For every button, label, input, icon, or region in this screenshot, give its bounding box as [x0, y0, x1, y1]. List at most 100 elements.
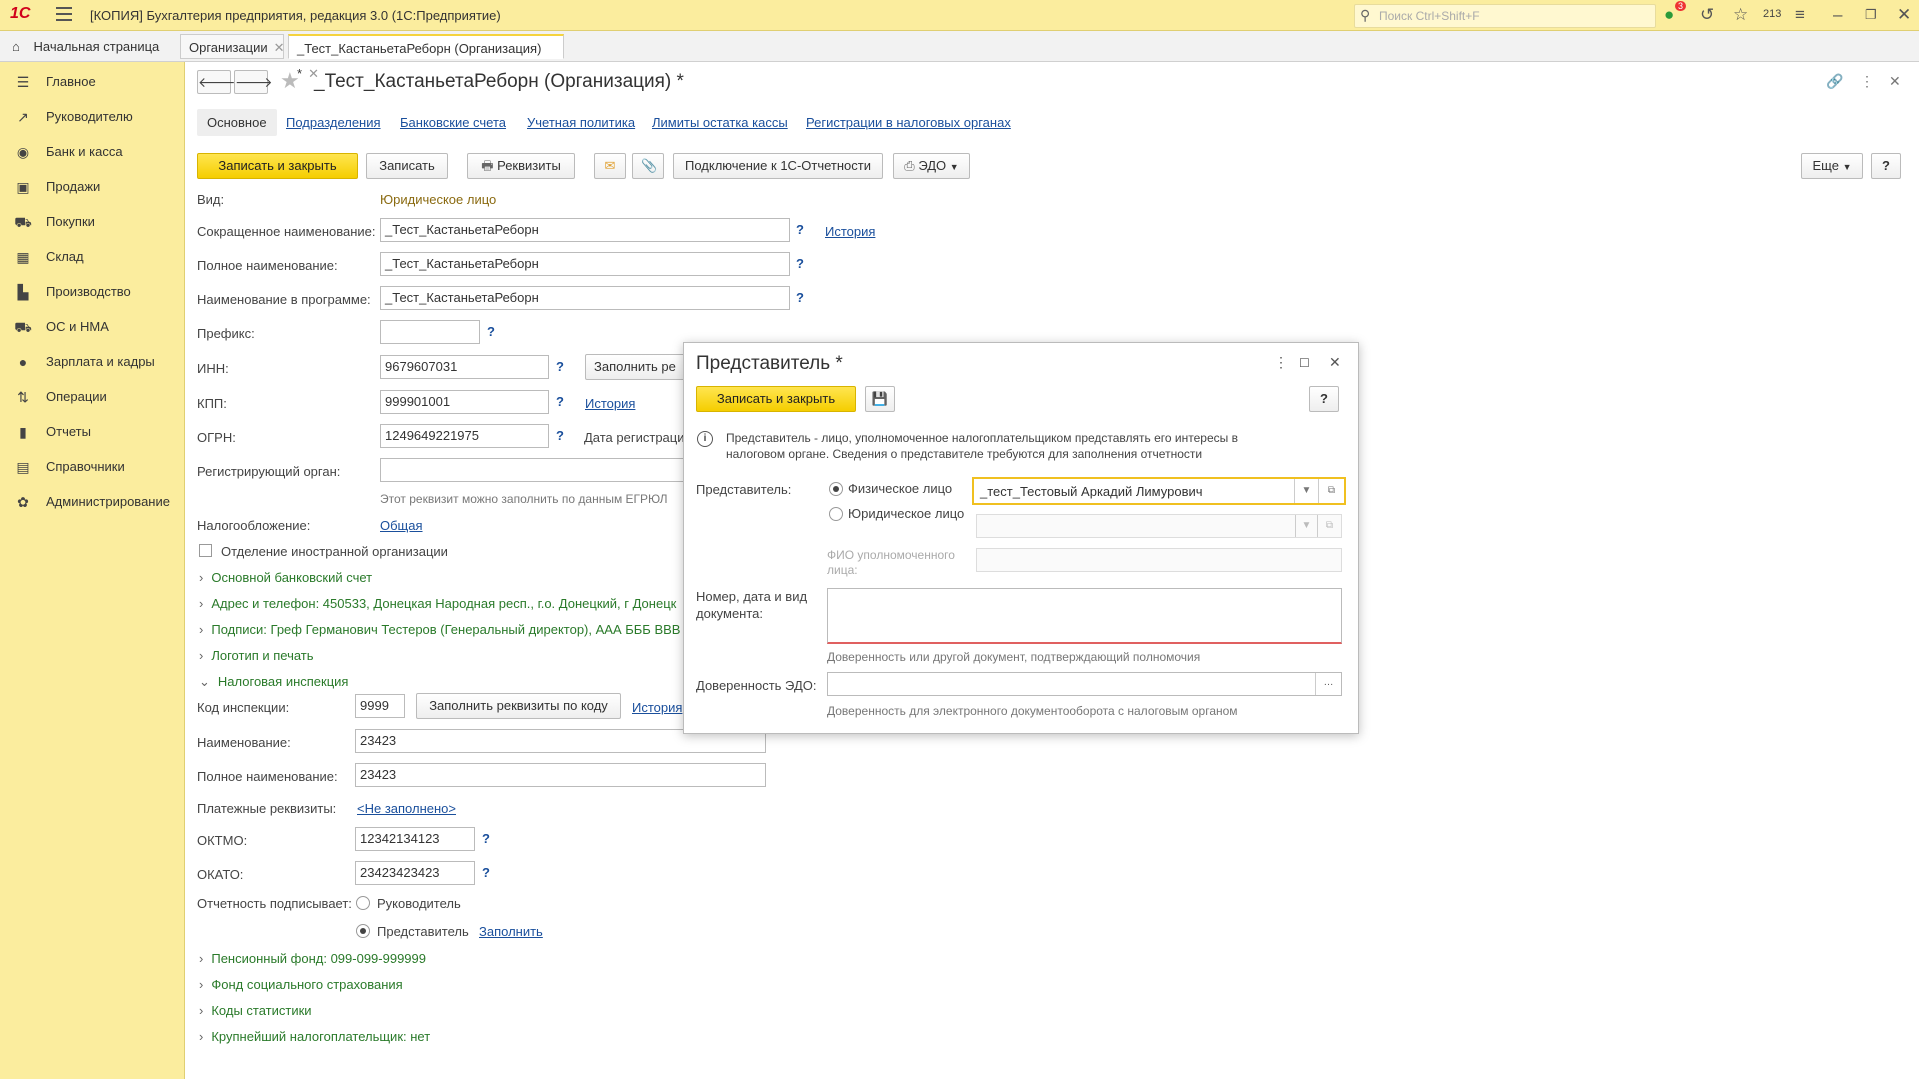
person-radio[interactable]	[829, 482, 843, 496]
person-select[interactable]: _тест_Тестовый Аркадий Лимурович ▼ ⧉	[972, 477, 1346, 505]
formtab-accounting-policy[interactable]: Учетная политика	[527, 115, 635, 130]
main-menu-icon[interactable]	[56, 7, 72, 21]
help-icon[interactable]: ?	[556, 359, 564, 374]
close-icon[interactable]: ✕	[274, 40, 285, 55]
sidebar-item-4[interactable]: ⛟ Покупки	[0, 207, 184, 237]
sidebar-item-12[interactable]: ✿ Администрирование	[0, 487, 184, 517]
global-search-input[interactable]: ⚲ Поиск Ctrl+Shift+F	[1354, 4, 1656, 28]
fill-representative-link[interactable]: Заполнить	[479, 924, 543, 939]
tab-organization-form[interactable]: _Тест_КастаньетаРеборн (Организация) * ✕	[288, 34, 564, 81]
link-icon[interactable]: 🔗	[1826, 73, 1843, 90]
foreign-branch-checkbox[interactable]	[199, 544, 212, 557]
formtab-cash-limits[interactable]: Лимиты остатка кассы	[652, 115, 788, 130]
sidebar-item-0[interactable]: ☰ Главное	[0, 67, 184, 97]
favorite-star-icon[interactable]: ★	[280, 68, 300, 94]
tab-organizations[interactable]: Организации ✕	[180, 34, 285, 59]
more-actions-icon[interactable]: ⋮	[1274, 354, 1288, 371]
dialog-save-close-button[interactable]: Записать и закрыть	[696, 386, 856, 412]
dialog-save-button[interactable]: 💾	[865, 386, 895, 412]
help-button[interactable]: ?	[1871, 153, 1901, 179]
formtab-departments[interactable]: Подразделения	[286, 115, 381, 130]
help-icon[interactable]: ?	[796, 256, 804, 271]
sidebar-item-6[interactable]: ▙ Производство	[0, 277, 184, 307]
group-logo[interactable]: › Логотип и печать	[199, 648, 314, 663]
sidebar-item-9[interactable]: ⇅ Операции	[0, 382, 184, 412]
tab-home[interactable]: ⌂ Начальная страница	[4, 34, 176, 59]
help-icon[interactable]: ?	[796, 290, 804, 305]
oktmo-input[interactable]: 12342134123	[355, 827, 475, 851]
dropdown-arrow-icon[interactable]: ▼	[1294, 479, 1318, 503]
short-name-input[interactable]: _Тест_КастаньетаРеборн	[380, 218, 790, 242]
open-icon[interactable]: ⧉	[1318, 479, 1344, 503]
program-name-input[interactable]: _Тест_КастаньетаРеборн	[380, 286, 790, 310]
maximize-icon[interactable]: ☐	[1299, 356, 1310, 370]
restore-icon[interactable]: ❐	[1865, 7, 1877, 23]
group-pension[interactable]: › Пенсионный фонд: 099-099-999999	[199, 951, 426, 966]
inspection-full-name-input[interactable]: 23423	[355, 763, 766, 787]
attach-button[interactable]: 📎	[632, 153, 664, 179]
connect-reporting-button[interactable]: Подключение к 1С-Отчетности	[673, 153, 883, 179]
formtab-bank-accounts[interactable]: Банковские счета	[400, 115, 506, 130]
save-and-close-button[interactable]: Записать и закрыть	[197, 153, 358, 179]
close-icon[interactable]: ✕	[1329, 354, 1341, 371]
close-form-icon[interactable]: ✕	[1889, 73, 1901, 90]
signer-representative-radio[interactable]	[356, 924, 370, 938]
prefix-input[interactable]	[380, 320, 480, 344]
edo-proxy-input[interactable]: …	[827, 672, 1342, 696]
taxation-link[interactable]: Общая	[380, 518, 423, 533]
dialog-help-button[interactable]: ?	[1309, 386, 1339, 412]
kpp-input[interactable]: 999901001	[380, 390, 549, 414]
group-address[interactable]: › Адрес и телефон: 450533, Донецкая Народ…	[199, 596, 684, 611]
inspection-history-link[interactable]: История	[632, 700, 682, 715]
favorites-icon[interactable]: ☆	[1733, 5, 1748, 25]
more-button[interactable]: Еще ▼	[1801, 153, 1863, 179]
sidebar-item-1[interactable]: ↗ Руководителю	[0, 102, 184, 132]
forward-button[interactable]: 🡒	[234, 70, 273, 94]
sidebar-item-11[interactable]: ▤ Справочники	[0, 452, 184, 482]
save-button[interactable]: Записать	[366, 153, 448, 179]
minimize-icon[interactable]: –	[1833, 5, 1842, 25]
more-actions-icon[interactable]: ⋮	[1860, 73, 1874, 90]
help-icon[interactable]: ?	[487, 324, 495, 339]
signer-head-radio[interactable]	[356, 896, 370, 910]
help-icon[interactable]: ?	[482, 865, 490, 880]
ellipsis-icon[interactable]: …	[1315, 673, 1341, 695]
fill-requisites-button[interactable]: Заполнить ре	[585, 354, 685, 380]
fill-by-code-button[interactable]: Заполнить реквизиты по коду	[416, 693, 621, 719]
group-bank-account[interactable]: › Основной банковский счет	[199, 570, 372, 585]
sidebar-item-2[interactable]: ◉ Банк и касса	[0, 137, 184, 167]
notifications-icon[interactable]: ●	[1664, 5, 1674, 25]
sidebar-item-3[interactable]: ▣ Продажи	[0, 172, 184, 202]
group-largest[interactable]: › Крупнейший налогоплательщик: нет	[199, 1029, 430, 1044]
legal-entity-radio[interactable]	[829, 507, 843, 521]
kpp-history-link[interactable]: История	[585, 396, 635, 411]
history-link[interactable]: История	[825, 224, 875, 239]
edo-button[interactable]: ⎙ ЭДО ▼	[893, 153, 970, 179]
group-signatures[interactable]: › Подписи: Греф Германович Тестеров (Гене…	[199, 622, 684, 637]
payment-details-link[interactable]: <Не заполнено>	[357, 801, 456, 816]
sidebar-item-10[interactable]: ▮ Отчеты	[0, 417, 184, 447]
help-icon[interactable]: ?	[556, 394, 564, 409]
help-icon[interactable]: ?	[482, 831, 490, 846]
inspection-code-input[interactable]: 9999	[355, 694, 405, 718]
help-icon[interactable]: ?	[556, 428, 564, 443]
inn-input[interactable]: 9679607031	[380, 355, 549, 379]
back-button[interactable]: 🡐	[197, 70, 236, 94]
document-textarea[interactable]	[827, 588, 1342, 644]
email-button[interactable]: ✉	[594, 153, 626, 179]
group-tax-inspection[interactable]: ⌄ Налоговая инспекция	[199, 674, 348, 690]
close-icon[interactable]: ✕	[1897, 5, 1911, 25]
group-social[interactable]: › Фонд социального страхования	[199, 977, 403, 992]
sidebar-item-5[interactable]: ▦ Склад	[0, 242, 184, 272]
settings-icon[interactable]: ≡	[1795, 5, 1805, 25]
sidebar-item-7[interactable]: ⛟ ОС и НМА	[0, 312, 184, 342]
okato-input[interactable]: 23423423423	[355, 861, 475, 885]
reg-organ-input[interactable]	[380, 458, 684, 482]
formtab-tax-registrations[interactable]: Регистрации в налоговых органах	[806, 115, 1011, 130]
help-icon[interactable]: ?	[796, 222, 804, 237]
formtab-main[interactable]: Основное	[197, 109, 277, 136]
ogrn-input[interactable]: 1249649221975	[380, 424, 549, 448]
requisites-button[interactable]: 🖶 Реквизиты	[467, 153, 575, 179]
group-stats[interactable]: › Коды статистики	[199, 1003, 312, 1018]
sidebar-item-8[interactable]: ● Зарплата и кадры	[0, 347, 184, 377]
